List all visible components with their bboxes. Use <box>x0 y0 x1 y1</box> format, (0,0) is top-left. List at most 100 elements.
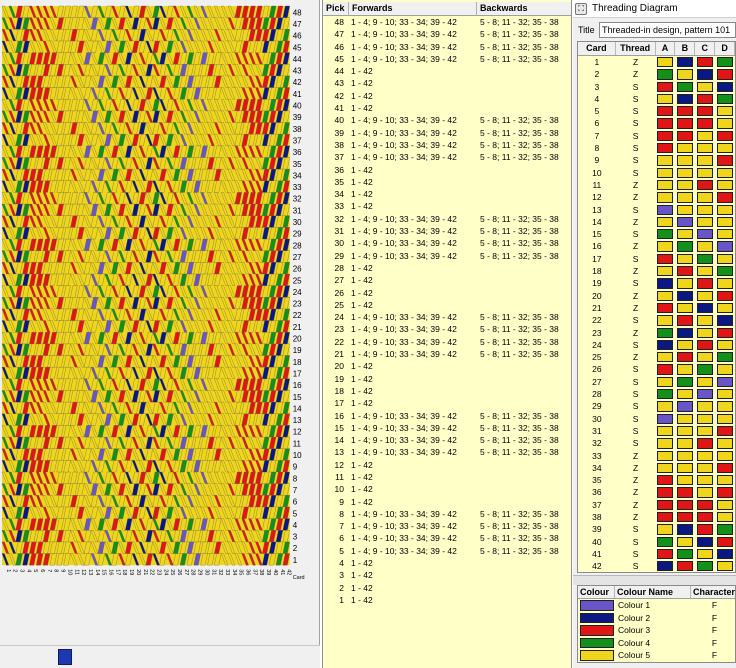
pick-row[interactable]: 7 1 - 4; 9 - 10; 33 - 34; 39 - 42 5 - 8; 1… <box>323 520 571 532</box>
hole-b-column-header[interactable]: B <box>675 42 696 55</box>
hole-b-cell[interactable] <box>675 265 695 277</box>
card-row[interactable]: 1Z <box>578 56 735 69</box>
pick-row[interactable]: 2 1 - 42 <box>323 582 571 594</box>
hole-a-cell[interactable] <box>655 167 675 179</box>
colour-swatch-cell[interactable] <box>578 637 616 650</box>
hole-c-cell[interactable] <box>695 351 715 363</box>
hole-c-cell[interactable] <box>695 462 715 474</box>
card-row[interactable]: 37 Z <box>578 498 735 511</box>
hole-a-cell[interactable] <box>655 363 675 375</box>
thread-direction[interactable]: Z <box>616 302 656 314</box>
card-row[interactable]: 30 S <box>578 412 735 425</box>
hole-a-cell[interactable] <box>655 204 675 216</box>
colour-column-header[interactable]: Colour <box>578 586 616 598</box>
thread-direction[interactable]: S <box>616 204 656 216</box>
hole-d-cell[interactable] <box>715 68 735 80</box>
colour-row[interactable]: Colour 2F <box>578 611 735 624</box>
thread-direction[interactable]: S <box>616 376 656 388</box>
pick-row[interactable]: 30 1 - 4; 9 - 10; 33 - 34; 39 - 42 5 - 8; … <box>323 237 571 249</box>
hole-b-cell[interactable] <box>675 425 695 437</box>
hole-a-cell[interactable] <box>655 425 675 437</box>
card-row[interactable]: 10 S <box>578 166 735 179</box>
hole-b-cell[interactable] <box>675 253 695 265</box>
pick-row[interactable]: 5 1 - 4; 9 - 10; 33 - 34; 39 - 42 5 - 8; 1… <box>323 545 571 557</box>
hole-a-cell[interactable] <box>655 253 675 265</box>
hole-d-cell[interactable] <box>715 204 735 216</box>
hole-d-cell[interactable] <box>715 228 735 240</box>
hole-b-cell[interactable] <box>675 474 695 486</box>
thread-direction[interactable]: Z <box>616 327 656 339</box>
hole-b-cell[interactable] <box>675 154 695 166</box>
hole-d-cell[interactable] <box>715 474 735 486</box>
hole-c-cell[interactable] <box>695 450 715 462</box>
hole-a-cell[interactable] <box>655 302 675 314</box>
card-row[interactable]: 4S <box>578 92 735 106</box>
hole-b-cell[interactable] <box>675 68 695 80</box>
hole-b-cell[interactable] <box>675 179 695 191</box>
hole-d-cell[interactable] <box>715 265 735 277</box>
pick-row[interactable]: 26 1 - 42 <box>323 287 571 299</box>
colour-swatch-cell[interactable] <box>578 599 616 612</box>
hole-a-cell[interactable] <box>655 400 675 412</box>
hole-a-cell[interactable] <box>655 142 675 154</box>
thread-direction[interactable]: Z <box>616 511 656 523</box>
hole-c-cell[interactable] <box>695 240 715 252</box>
colour-swatch-cell[interactable] <box>578 649 616 662</box>
hole-c-cell[interactable] <box>695 376 715 388</box>
card-row[interactable]: 23 Z <box>578 326 735 339</box>
hole-b-cell[interactable] <box>675 413 695 425</box>
hole-a-cell[interactable] <box>655 560 675 572</box>
hole-b-cell[interactable] <box>675 437 695 449</box>
hole-c-column-header[interactable]: C <box>695 42 716 55</box>
hole-b-cell[interactable] <box>675 400 695 412</box>
colour-row[interactable]: Colour 4F <box>578 636 735 650</box>
hole-a-cell[interactable] <box>655 81 675 93</box>
pick-row[interactable]: 32 1 - 4; 9 - 10; 33 - 34; 39 - 42 5 - 8; … <box>323 213 571 225</box>
thread-column-header[interactable]: Thread <box>616 42 656 55</box>
pick-row[interactable]: 3 1 - 42 <box>323 569 571 581</box>
hole-c-cell[interactable] <box>695 425 715 437</box>
hole-b-cell[interactable] <box>675 216 695 228</box>
hole-b-cell[interactable] <box>675 290 695 302</box>
hole-c-cell[interactable] <box>695 130 715 142</box>
hole-b-cell[interactable] <box>675 240 695 252</box>
hole-d-cell[interactable] <box>715 216 735 228</box>
pick-row[interactable]: 21 1 - 4; 9 - 10; 33 - 34; 39 - 42 5 - 8; … <box>323 348 571 360</box>
thread-direction[interactable]: S <box>616 105 656 117</box>
pick-row[interactable]: 46 1 - 4; 9 - 10; 33 - 34; 39 - 42 5 - 8; … <box>323 41 571 53</box>
thread-direction[interactable]: Z <box>616 351 656 363</box>
card-row[interactable]: 11 Z <box>578 178 735 192</box>
thread-direction[interactable]: S <box>616 437 656 449</box>
thread-direction[interactable]: S <box>616 523 656 535</box>
pick-row[interactable]: 6 1 - 4; 9 - 10; 33 - 34; 39 - 42 5 - 8; 1… <box>323 532 571 544</box>
hole-c-cell[interactable] <box>695 413 715 425</box>
thread-direction[interactable]: S <box>616 154 656 166</box>
hole-c-cell[interactable] <box>695 277 715 289</box>
card-row[interactable]: 35 Z <box>578 474 735 487</box>
hole-c-cell[interactable] <box>695 93 715 105</box>
pick-row[interactable]: 16 1 - 4; 9 - 10; 33 - 34; 39 - 42 5 - 8; … <box>323 410 571 422</box>
card-row[interactable]: 28 S <box>578 388 735 401</box>
hole-d-cell[interactable] <box>715 548 735 560</box>
hole-d-cell[interactable] <box>715 56 735 68</box>
hole-c-cell[interactable] <box>695 314 715 326</box>
colour-character[interactable]: F <box>694 649 735 662</box>
card-row[interactable]: 18 Z <box>578 265 735 278</box>
hole-a-cell[interactable] <box>655 265 675 277</box>
hole-a-cell[interactable] <box>655 130 675 142</box>
thread-direction[interactable]: S <box>616 117 656 129</box>
thread-direction[interactable]: Z <box>616 474 656 486</box>
hole-a-cell[interactable] <box>655 68 675 80</box>
thread-direction[interactable]: Z <box>616 450 656 462</box>
hole-b-cell[interactable] <box>675 93 695 105</box>
forwards-column-header[interactable]: Forwards <box>349 2 477 16</box>
card-row[interactable]: 21 Z <box>578 301 735 315</box>
card-row[interactable]: 39 S <box>578 523 735 536</box>
hole-d-cell[interactable] <box>715 523 735 535</box>
hole-c-cell[interactable] <box>695 560 715 572</box>
hole-d-cell[interactable] <box>715 314 735 326</box>
hole-d-cell[interactable] <box>715 105 735 117</box>
card-row[interactable]: 41 S <box>578 547 735 561</box>
hole-b-cell[interactable] <box>675 191 695 203</box>
hole-a-cell[interactable] <box>655 93 675 105</box>
